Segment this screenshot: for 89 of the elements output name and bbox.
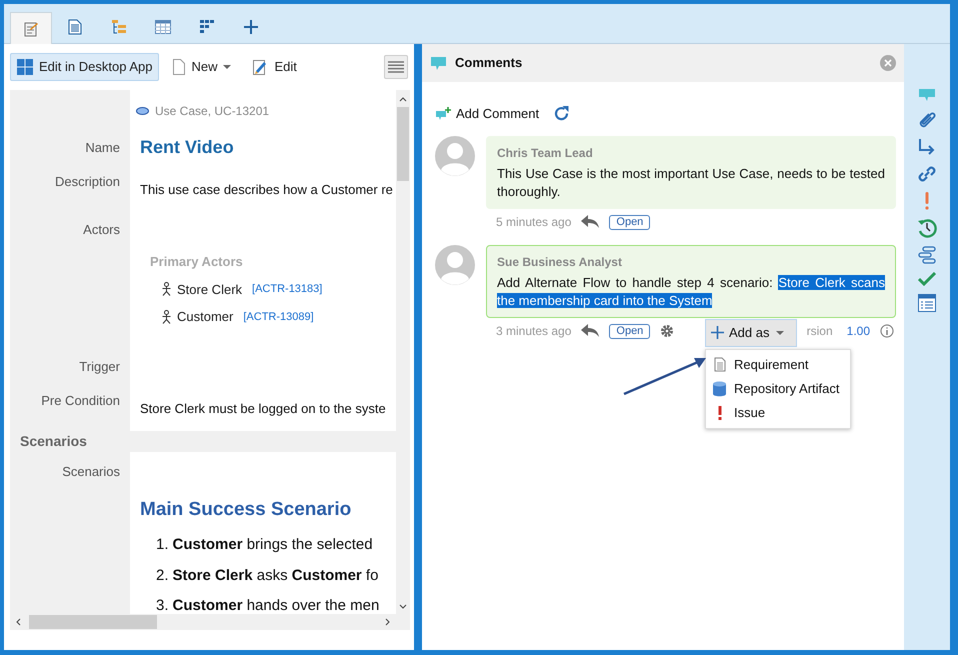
scroll-down-icon[interactable] (399, 604, 407, 609)
new-button[interactable]: New (165, 53, 240, 81)
avatar-icon (435, 244, 475, 284)
add-comment-button[interactable]: Add Comment (436, 104, 540, 124)
list-table-icon[interactable] (918, 294, 936, 312)
field-label: Name (85, 140, 120, 155)
actors-heading: Primary Actors (150, 253, 244, 271)
plus-icon (243, 19, 259, 35)
field-label: Actors (83, 222, 120, 237)
document-icon (68, 19, 82, 35)
add-as-button[interactable]: Add as (705, 318, 797, 346)
step-number: 1. (156, 535, 169, 555)
section-heading: Scenarios (20, 432, 87, 450)
close-icon (884, 59, 892, 67)
menu-button[interactable] (384, 55, 408, 79)
turn-arrow-icon[interactable] (918, 138, 936, 156)
comment-text: Add Alternate Flow to handle step 4 scenario: Store Clerk scans the membership card into the System (497, 274, 885, 310)
field-label: Scenarios (62, 464, 120, 478)
element-type-label: Use Case, UC-13201 (155, 103, 270, 120)
field-value: Store Clerk must be logged on to the syste (140, 400, 386, 416)
step-text: Customer hands over the men (172, 596, 380, 614)
panel-title: Comments (455, 54, 522, 72)
table-icon (155, 20, 171, 34)
reply-icon[interactable] (581, 215, 600, 229)
document-icon (714, 357, 726, 372)
step-number: 2. (156, 566, 169, 586)
field-label: Pre Condition (41, 392, 120, 408)
caret-icon (223, 65, 232, 69)
exclamation-icon (718, 406, 722, 420)
windows-icon (17, 59, 33, 75)
menu-item[interactable]: Requirement (706, 352, 850, 376)
info-icon[interactable] (880, 324, 894, 338)
actor-icon (162, 310, 171, 324)
comment-author: Sue Business Analyst (497, 254, 623, 270)
actor-icon (162, 282, 171, 296)
history-icon[interactable] (917, 218, 937, 238)
scroll-up-icon[interactable] (399, 97, 407, 102)
scrollbar-thumb[interactable] (397, 107, 409, 181)
stacked-shapes-icon[interactable] (918, 246, 936, 264)
view-tab[interactable] (10, 12, 52, 44)
field-label: Description (54, 174, 120, 189)
add-comment-icon (436, 106, 452, 121)
grid-icon (200, 20, 214, 34)
step-text: Store Clerk asks Customer fo (172, 566, 378, 586)
scroll-left-icon[interactable] (16, 618, 21, 626)
menu-item[interactable]: Repository Artifact (706, 376, 850, 400)
refresh-button[interactable] (553, 105, 570, 122)
checkmark-icon[interactable] (918, 272, 936, 286)
scenario-heading: Main Success Scenario (140, 498, 352, 522)
blank-page-icon (173, 59, 186, 75)
comment-time: 5 minutes ago (496, 214, 572, 231)
link-icon[interactable] (917, 164, 937, 184)
scroll-right-icon[interactable] (385, 618, 390, 626)
actor-link[interactable]: [ACTR-13183] (252, 281, 322, 298)
gear-icon[interactable] (660, 324, 674, 338)
avatar-icon (435, 136, 475, 176)
scrollbar-thumb[interactable] (29, 615, 157, 629)
version-number[interactable]: 1.00 (846, 322, 870, 340)
field-value: This use case describes how a Customer re (140, 182, 393, 197)
status-badge[interactable]: Open (609, 214, 650, 230)
element-name: Rent Video (140, 136, 234, 158)
edit-icon (253, 59, 268, 75)
paperclip-icon[interactable] (917, 110, 937, 130)
edit-document-icon (23, 20, 39, 36)
menu-icon (388, 61, 404, 73)
plus-icon (711, 326, 724, 339)
actor-name: Customer (177, 308, 234, 326)
comment-text: This Use Case is the most important Use Case, needs to be tested thoroughly. (497, 164, 885, 200)
step-number: 3. (156, 596, 169, 614)
edit-button[interactable]: Edit (245, 53, 305, 81)
tree-icon (111, 19, 127, 35)
field-label: Trigger (79, 358, 120, 374)
refresh-icon (553, 105, 570, 122)
database-icon (713, 380, 726, 396)
actor-link[interactable]: [ACTR-13089] (243, 308, 314, 325)
comment-time: 3 minutes ago (496, 323, 572, 340)
exclamation-icon[interactable] (925, 192, 929, 210)
ellipse-icon (136, 107, 149, 115)
actor-name: Store Clerk (177, 280, 242, 298)
version-label: rsion (806, 323, 833, 340)
caret-icon (776, 330, 784, 334)
edit-in-desktop-app-button[interactable]: Edit in Desktop App (10, 53, 160, 81)
step-text: Customer brings the selected (172, 535, 373, 555)
status-badge[interactable]: Open (609, 324, 650, 338)
comment-author: Chris Team Lead (497, 144, 594, 162)
speech-bubble-icon (430, 56, 447, 70)
close-button[interactable] (880, 55, 896, 71)
reply-icon[interactable] (581, 324, 600, 338)
menu-item[interactable]: Issue (706, 400, 850, 424)
